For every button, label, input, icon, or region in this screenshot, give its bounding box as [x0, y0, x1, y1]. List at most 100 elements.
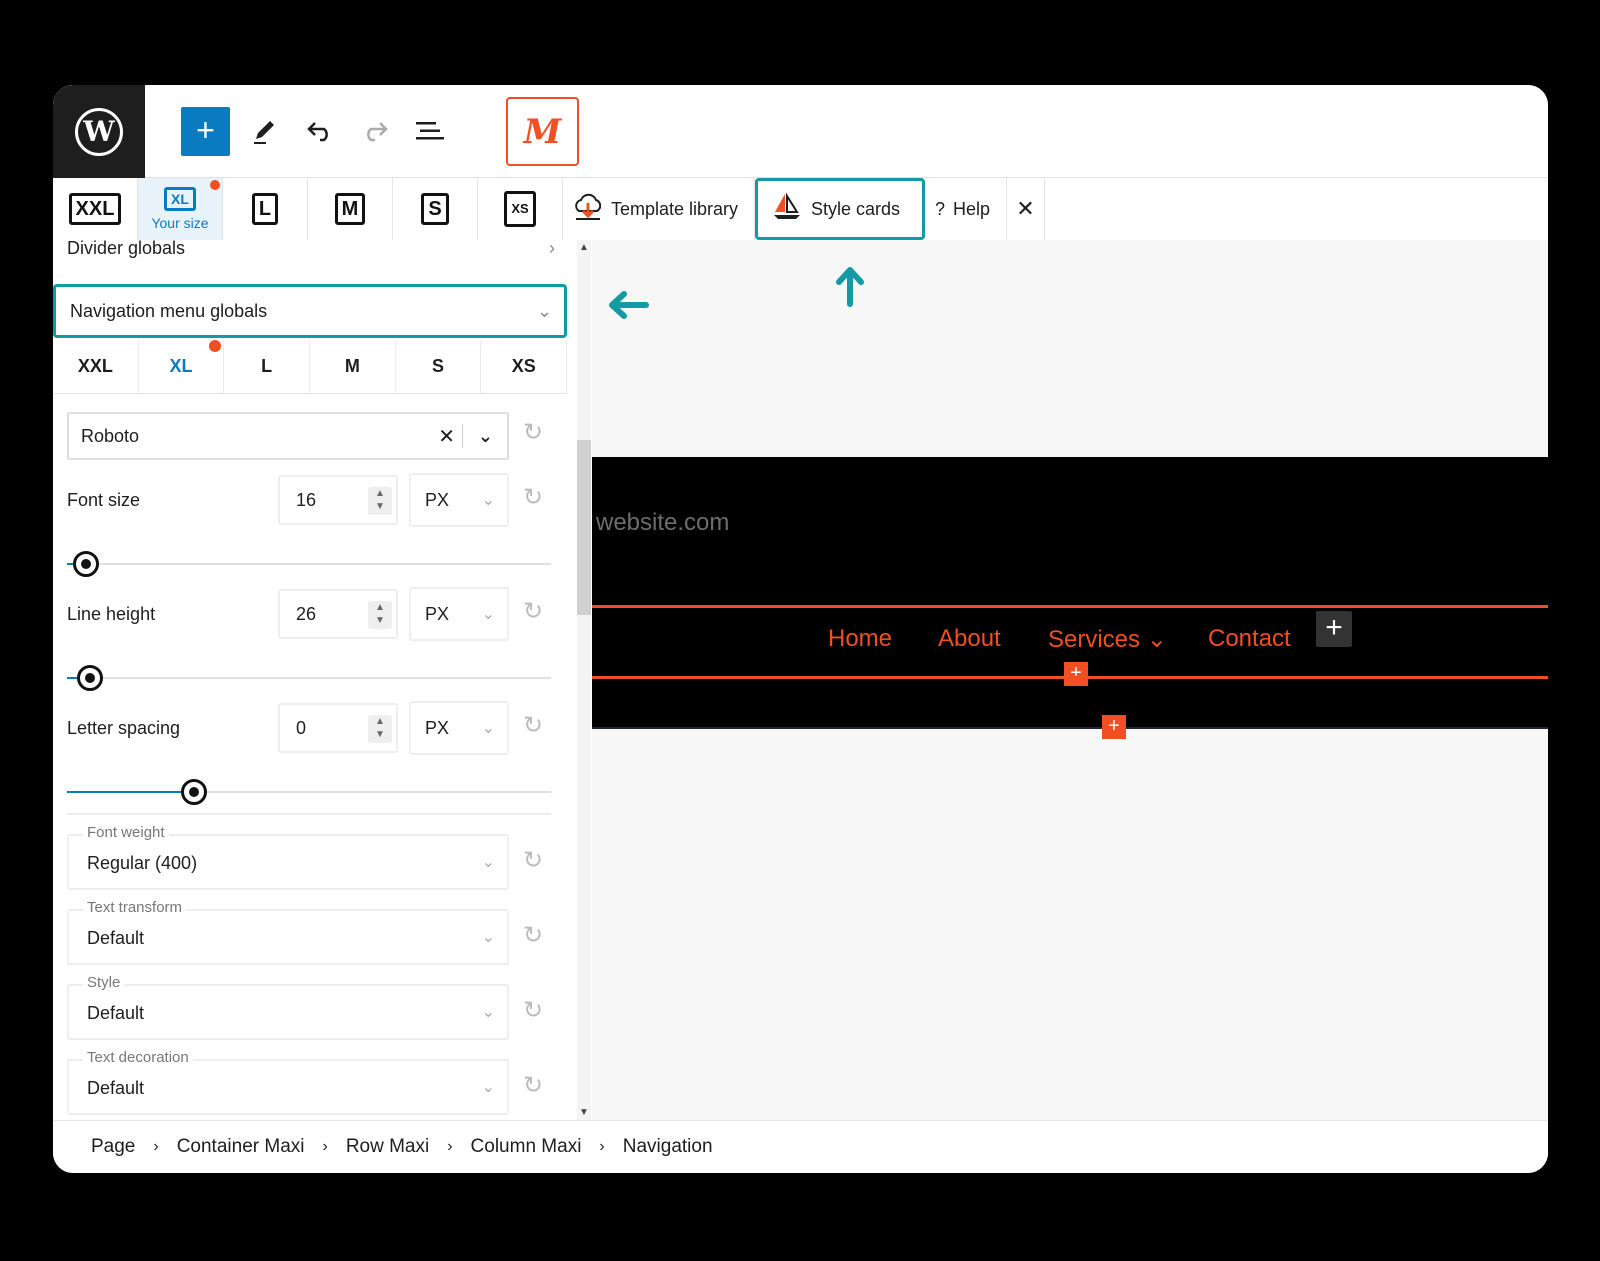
menu-item-services[interactable]: Services ⌄	[1048, 625, 1167, 654]
chevron-down-icon: ⌄	[481, 720, 495, 737]
style-cards-button[interactable]: Style cards	[755, 178, 925, 240]
chevron-down-icon: ⌄	[481, 1004, 495, 1021]
style-value: Default	[87, 1003, 145, 1023]
letter-spacing-unit-select[interactable]: PX ⌄	[409, 701, 509, 755]
tab-xs[interactable]: XS	[481, 340, 568, 393]
close-toolbar-button[interactable]: ✕	[1007, 178, 1045, 240]
divider-globals-row[interactable]: Divider globals ›	[67, 240, 567, 259]
breadcrumb-row[interactable]: Row Maxi	[346, 1136, 429, 1158]
phone-xs-icon: XS	[504, 191, 536, 227]
chevron-right-icon: ›	[322, 1138, 328, 1155]
monitor-xl-icon: XL	[164, 187, 196, 211]
slider-handle[interactable]	[77, 665, 103, 691]
maxi-logo-icon: M	[523, 111, 562, 152]
reset-icon[interactable]: ↻	[523, 418, 543, 447]
font-size-unit-select[interactable]: PX ⌄	[409, 473, 509, 527]
add-block-button[interactable]: +	[181, 107, 230, 156]
help-button[interactable]: ? Help	[925, 178, 1007, 240]
text-decoration-value: Default	[87, 1078, 145, 1098]
site-url-text: website.com	[596, 509, 730, 536]
active-dot	[209, 340, 221, 352]
tab-l[interactable]: L	[224, 340, 311, 393]
navigation-menu-globals-panel[interactable]: Navigation menu globals ⌄	[53, 284, 567, 338]
line-height-input[interactable]: 26 ▲ ▼	[278, 589, 398, 639]
list-view-icon[interactable]	[406, 107, 454, 155]
reset-icon[interactable]: ↻	[523, 921, 543, 950]
monitor-l-icon: L	[251, 193, 279, 225]
section-bottom-line	[592, 727, 1548, 729]
add-block-inline-button[interactable]: +	[1064, 662, 1088, 686]
nav-bottom-border	[592, 676, 1548, 679]
slider-handle[interactable]	[73, 551, 99, 577]
breadcrumb-navigation[interactable]: Navigation	[623, 1136, 713, 1158]
breakpoint-xl[interactable]: XL Your size	[138, 178, 223, 240]
reset-icon[interactable]: ↻	[523, 597, 543, 626]
line-height-unit-select[interactable]: PX ⌄	[409, 587, 509, 641]
menu-item-contact[interactable]: Contact	[1208, 625, 1291, 653]
undo-icon[interactable]	[296, 107, 344, 155]
tab-xl[interactable]: XL	[139, 340, 225, 393]
template-library-button[interactable]: Template library	[563, 178, 755, 240]
navigation-menu-globals-label: Navigation menu globals	[70, 300, 268, 321]
cloud-download-icon	[573, 191, 603, 228]
chevron-down-icon: ⌄	[481, 929, 495, 946]
redo-icon[interactable]	[351, 107, 399, 155]
breadcrumb-container[interactable]: Container Maxi	[177, 1136, 305, 1158]
font-family-select[interactable]: Roboto ✕ ⌄	[67, 412, 509, 460]
letter-spacing-input[interactable]: 0 ▲ ▼	[278, 703, 398, 753]
pencil-icon[interactable]	[241, 107, 289, 155]
tab-xxl[interactable]: XXL	[53, 340, 139, 393]
monitor-xxl-icon: XXL	[68, 193, 122, 225]
reset-icon[interactable]: ↻	[523, 711, 543, 740]
scroll-down-icon[interactable]: ▼	[579, 1107, 589, 1118]
reset-icon[interactable]: ↻	[523, 483, 543, 512]
text-decoration-select[interactable]: Text decoration Default ⌄	[67, 1049, 509, 1115]
style-select[interactable]: Style Default ⌄	[67, 974, 509, 1040]
font-weight-select[interactable]: Font weight Regular (400) ⌄	[67, 824, 509, 890]
breakpoint-xxl[interactable]: XXL	[53, 178, 138, 240]
tab-m[interactable]: M	[310, 340, 396, 393]
menu-item-home[interactable]: Home	[828, 625, 892, 653]
spinner-icon[interactable]: ▲ ▼	[368, 715, 392, 743]
reset-icon[interactable]: ↻	[523, 846, 543, 875]
reset-icon[interactable]: ↻	[523, 1071, 543, 1100]
breakpoint-s[interactable]: S	[393, 178, 478, 240]
slider-handle[interactable]	[181, 779, 207, 805]
scroll-up-icon[interactable]: ▲	[579, 242, 589, 253]
tablet-m-icon: M	[334, 193, 366, 225]
maxi-blocks-button[interactable]: M	[506, 97, 579, 166]
breakpoint-m[interactable]: M	[308, 178, 393, 240]
text-transform-label: Text transform	[83, 899, 187, 916]
editor-canvas: website.com Home About Services ⌄ Contac…	[592, 240, 1548, 1120]
breakpoint-l[interactable]: L	[223, 178, 308, 240]
editor-window: W + M XXL XL Your size L M S XS Template…	[53, 85, 1548, 1173]
menu-item-about[interactable]: About	[938, 625, 1001, 653]
breadcrumb-page[interactable]: Page	[91, 1136, 135, 1158]
letter-spacing-slider[interactable]	[67, 779, 551, 805]
add-block-section-button[interactable]: +	[1102, 715, 1126, 739]
breakpoint-xs[interactable]: XS	[478, 178, 563, 240]
font-weight-value: Regular (400)	[87, 853, 198, 873]
tab-s[interactable]: S	[396, 340, 482, 393]
chevron-down-icon[interactable]: ⌄	[478, 426, 493, 447]
text-transform-select[interactable]: Text transform Default ⌄	[67, 899, 509, 965]
divider-globals-label: Divider globals	[67, 240, 186, 258]
reset-icon[interactable]: ↻	[523, 996, 543, 1025]
letter-spacing-label: Letter spacing	[67, 718, 181, 738]
spinner-icon[interactable]: ▲ ▼	[368, 487, 392, 515]
letter-spacing-unit: PX	[425, 717, 450, 738]
clear-icon[interactable]: ✕	[438, 424, 455, 449]
font-family-value: Roboto	[81, 425, 140, 446]
font-size-slider[interactable]	[67, 551, 551, 577]
add-menu-item-button[interactable]: +	[1316, 611, 1352, 647]
line-height-slider[interactable]	[67, 665, 551, 691]
sidebar-scrollbar[interactable]: ▲ ▼	[577, 240, 591, 1120]
scrollbar-thumb[interactable]	[577, 440, 591, 615]
chevron-down-icon: ⌄	[481, 492, 495, 509]
spinner-icon[interactable]: ▲ ▼	[368, 601, 392, 629]
wordpress-logo-button[interactable]: W	[53, 85, 145, 178]
breadcrumb-column[interactable]: Column Maxi	[471, 1136, 582, 1158]
arrow-up-icon	[833, 264, 867, 313]
font-size-input[interactable]: 16 ▲ ▼	[278, 475, 398, 525]
font-weight-label: Font weight	[83, 824, 169, 841]
